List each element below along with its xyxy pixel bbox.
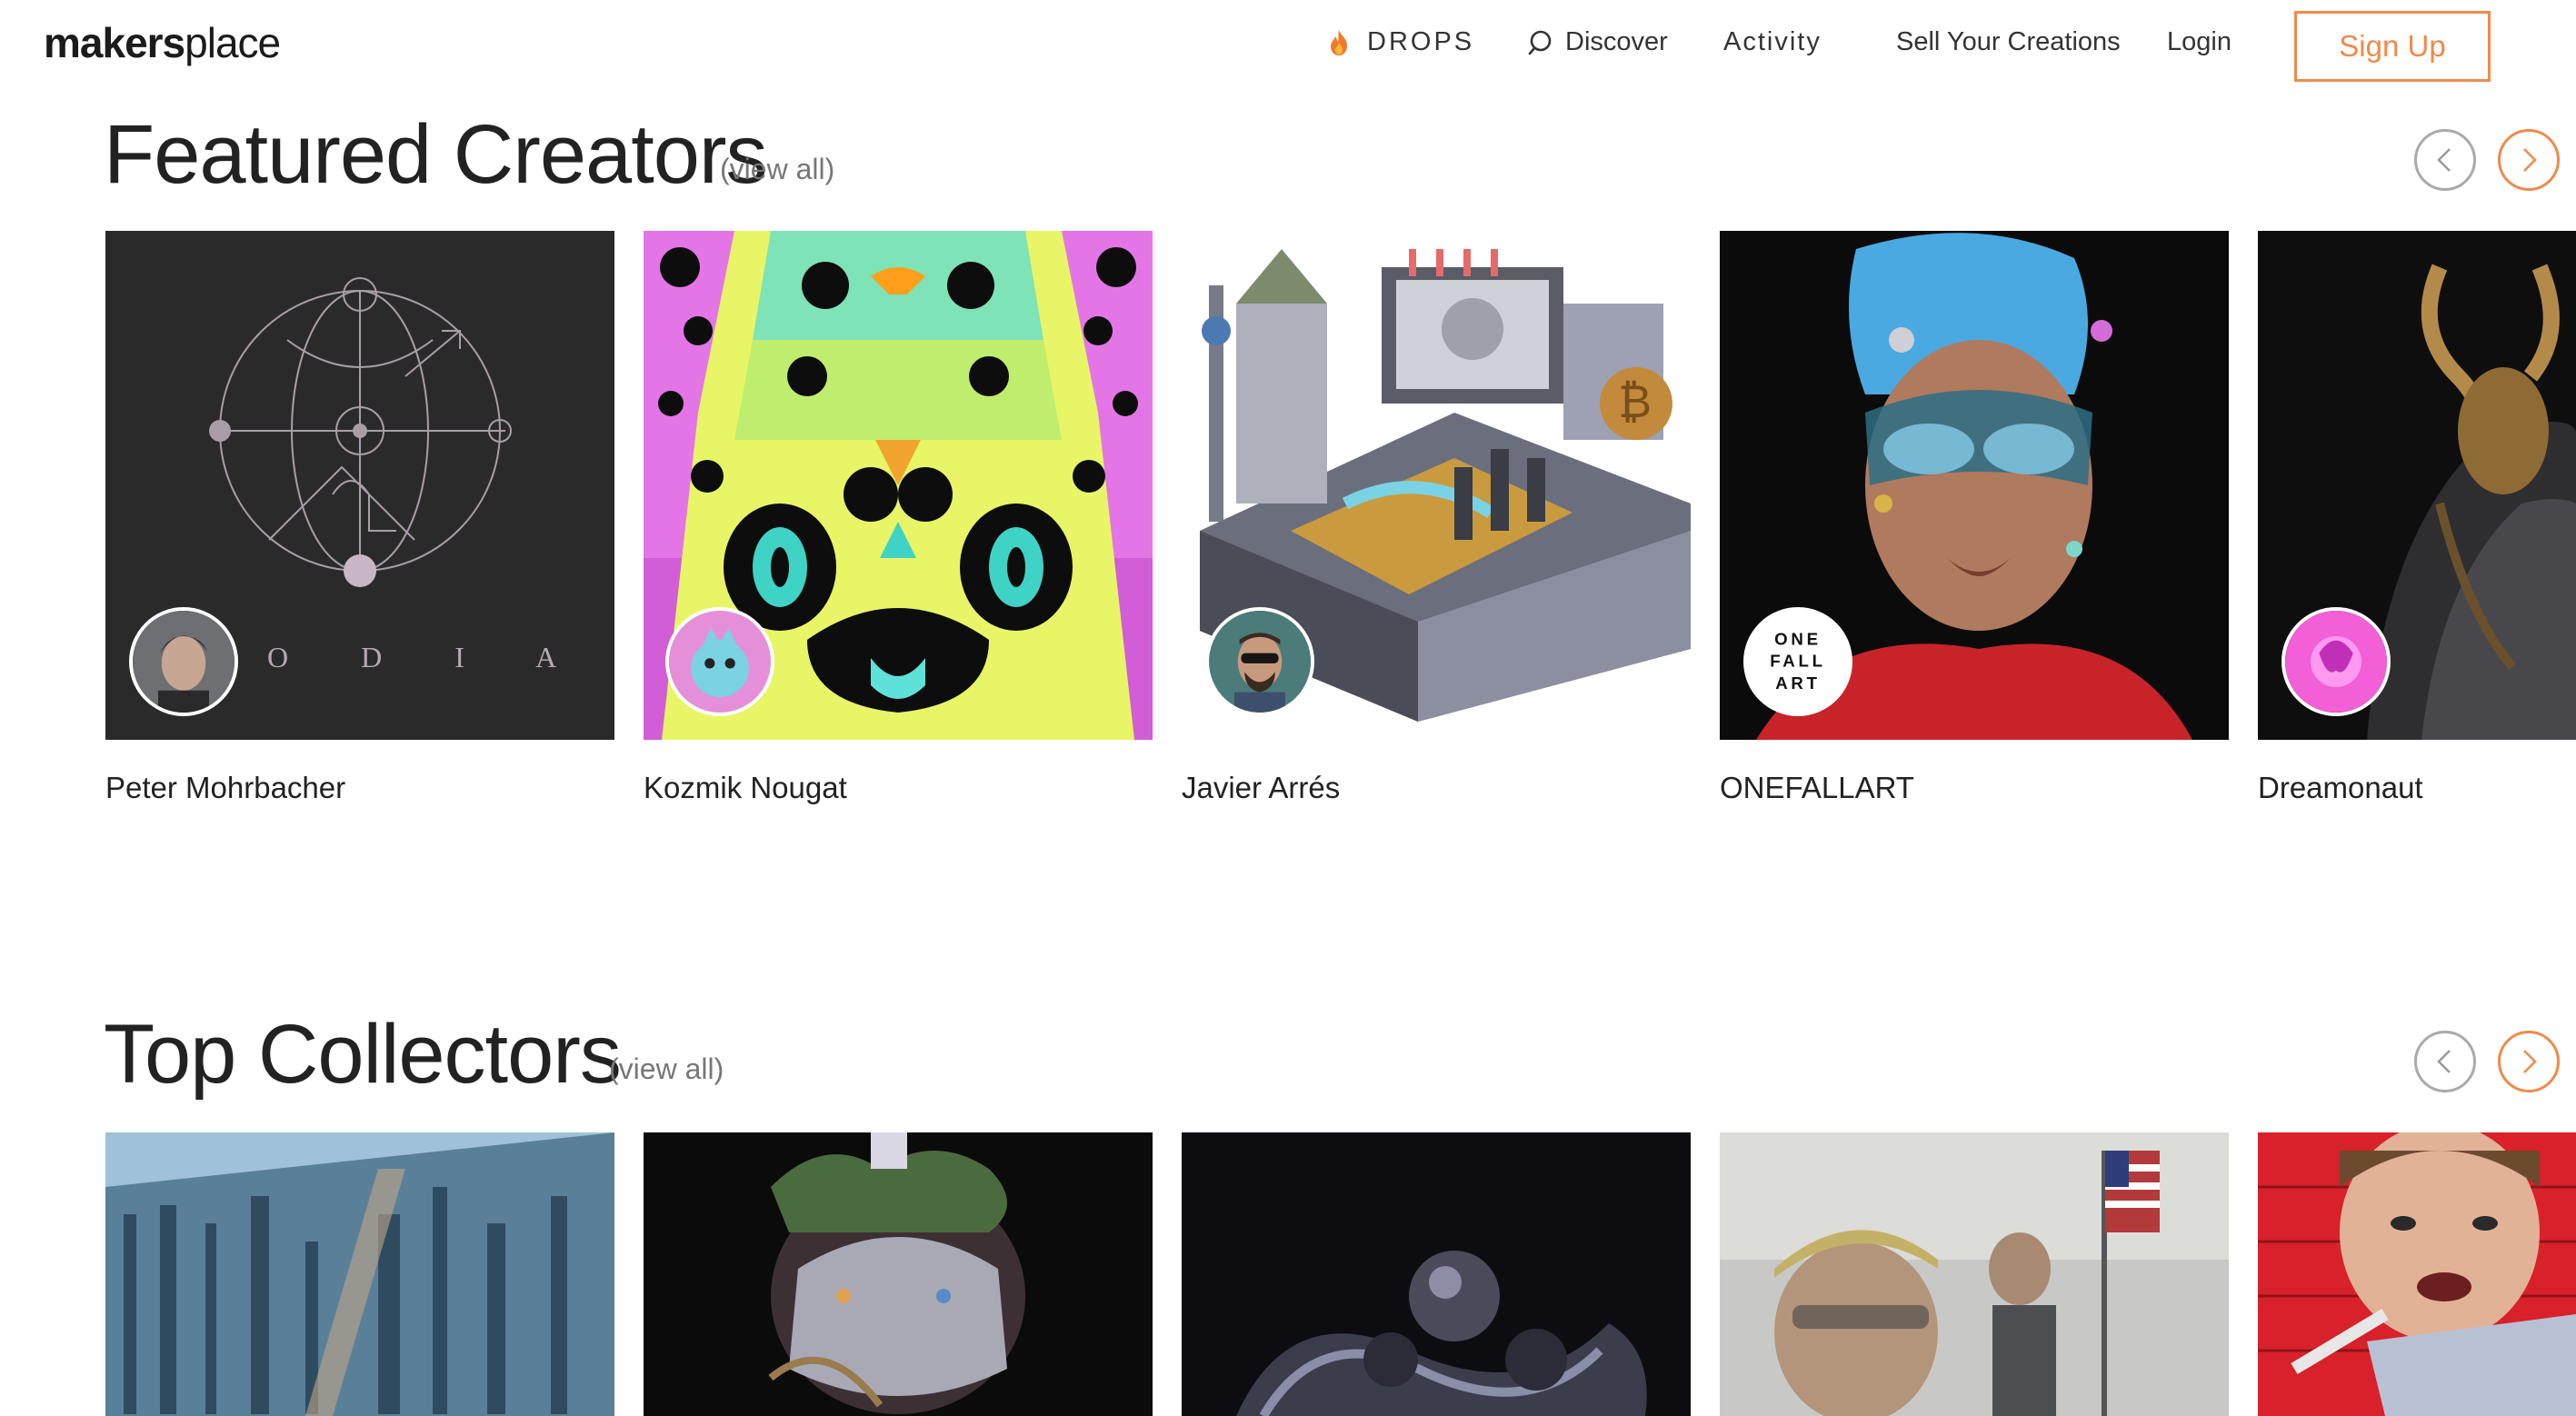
creator-card-onefallart[interactable]: ONE FALL ART	[1720, 231, 2229, 740]
creator-name[interactable]: ONEFALLART	[1720, 771, 1914, 805]
creator-avatar: ONE FALL ART	[1743, 607, 1852, 716]
nav-discover-label: Discover	[1565, 27, 1668, 56]
creator-name[interactable]: Kozmik Nougat	[644, 771, 847, 805]
creator-name[interactable]: Javier Arrés	[1182, 771, 1340, 805]
chevron-right-icon	[2523, 1050, 2537, 1073]
search-icon	[1528, 30, 1552, 55]
collector-artwork	[2258, 1132, 2576, 1416]
top-collectors-title: Top Collectors	[104, 1008, 622, 1101]
nav-drops[interactable]: DROPS	[1327, 27, 1474, 57]
fire-icon	[1331, 29, 1347, 55]
collector-artwork	[644, 1132, 1153, 1416]
collector-card[interactable]	[105, 1132, 614, 1416]
featured-next-button[interactable]	[2498, 129, 2560, 191]
featured-view-all-link[interactable]: (view all)	[720, 153, 834, 186]
svg-text:ART: ART	[1775, 673, 1821, 693]
featured-prev-button[interactable]	[2414, 129, 2476, 191]
chevron-right-icon	[2523, 148, 2537, 172]
creator-card-javier-arres[interactable]: ₿	[1182, 231, 1691, 740]
collector-card[interactable]	[1182, 1132, 1691, 1416]
artwork-text: O D I A C	[267, 641, 614, 673]
nav-discover[interactable]: Discover	[1527, 27, 1668, 57]
creator-card-dreamonaut[interactable]	[2258, 231, 2576, 740]
collectors-prev-button[interactable]	[2414, 1031, 2476, 1092]
creator-name[interactable]: Peter Mohrbacher	[105, 771, 345, 805]
nav-sell-your-creations[interactable]: Sell Your Creations	[1896, 27, 2121, 57]
collector-card[interactable]	[2258, 1132, 2576, 1416]
creator-card-peter-mohrbacher[interactable]: O D I A C	[105, 231, 614, 740]
creator-avatar	[1205, 607, 1314, 716]
featured-creators-title: Featured Creators	[104, 108, 768, 201]
creator-name[interactable]: Dreamonaut	[2258, 771, 2423, 805]
nav-activity[interactable]: Activity	[1723, 27, 1822, 57]
svg-text:FALL: FALL	[1770, 652, 1826, 671]
creator-avatar	[665, 607, 774, 716]
nav-login[interactable]: Login	[2167, 27, 2232, 57]
makersplace-logo[interactable]: makersplace	[44, 18, 281, 67]
svg-text:ONE: ONE	[1774, 629, 1822, 648]
creator-avatar	[2281, 607, 2391, 716]
svg-text:₿: ₿	[1618, 376, 1652, 427]
collectors-next-button[interactable]	[2498, 1031, 2560, 1092]
sign-up-button[interactable]: Sign Up	[2294, 11, 2491, 82]
top-nav: makersplace DROPS Discover Activity Sell…	[0, 0, 2576, 91]
chevron-left-icon	[2437, 148, 2451, 172]
collectors-view-all-link[interactable]: (view all)	[609, 1052, 724, 1086]
collector-artwork	[1182, 1132, 1691, 1416]
chevron-left-icon	[2437, 1050, 2451, 1073]
creator-card-kozmik-nougat[interactable]	[644, 231, 1153, 740]
collector-artwork	[105, 1132, 614, 1416]
collector-card[interactable]	[644, 1132, 1153, 1416]
nav-drops-label: DROPS	[1367, 27, 1475, 56]
collector-card[interactable]	[1720, 1132, 2229, 1416]
collector-artwork	[1720, 1132, 2229, 1416]
creator-avatar	[129, 607, 238, 716]
